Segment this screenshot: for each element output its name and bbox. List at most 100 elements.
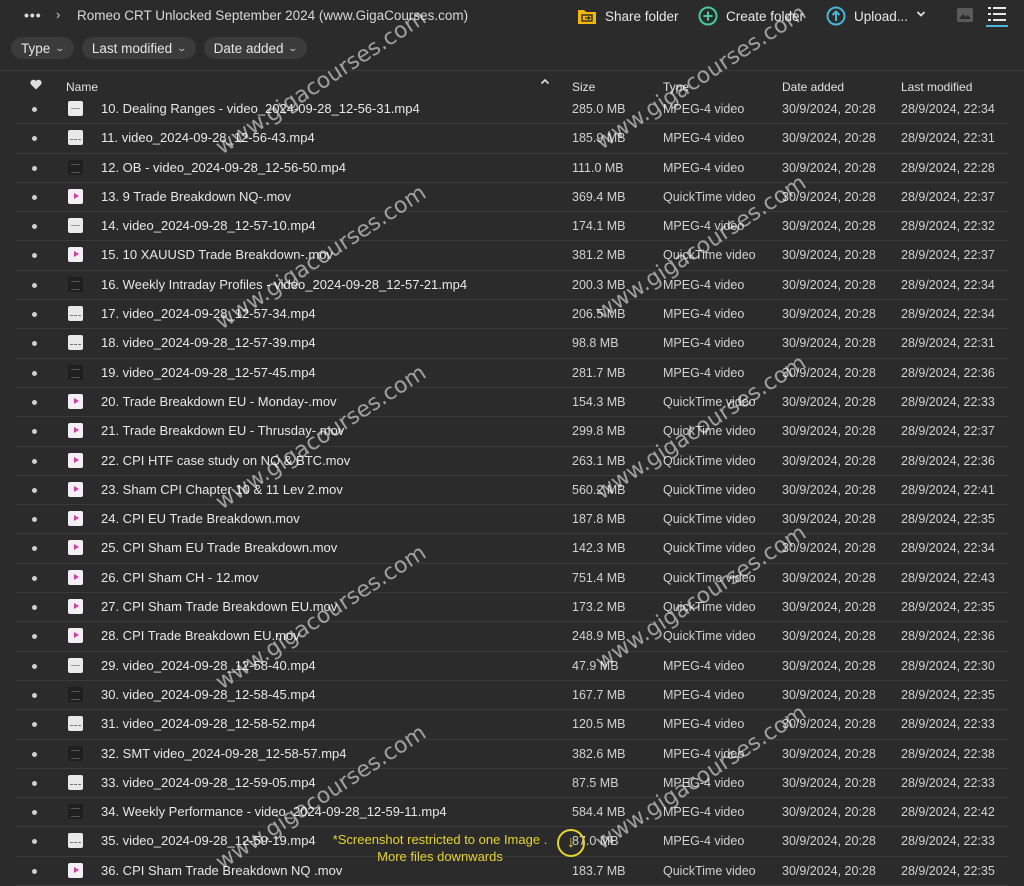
thumbnail-view-icon[interactable] [957, 8, 973, 22]
file-name[interactable]: 11. video_2024-09-28_12-56-43.mp4 [101, 130, 315, 145]
table-row[interactable]: 18. video_2024-09-28_12-57-39.mp4 98.8 MB… [16, 329, 1008, 359]
file-name[interactable]: 29. video_2024-09-28_12-58-40.mp4 [101, 658, 316, 673]
table-row[interactable]: 29. video_2024-09-28_12-58-40.mp4 47.9 MB… [16, 652, 1008, 681]
file-name[interactable]: 19. video_2024-09-28_12-57-45.mp4 [101, 365, 316, 380]
create-folder-button[interactable]: Create folder [698, 4, 804, 28]
file-name[interactable]: 26. CPI Sham CH - 12.mov [101, 570, 259, 585]
favorite-toggle[interactable] [32, 692, 37, 698]
favorite-toggle[interactable] [32, 663, 37, 669]
file-name[interactable]: 33. video_2024-09-28_12-59-05.mp4 [101, 775, 316, 790]
table-row[interactable]: 20. Trade Breakdown EU - Monday-.mov 154.… [16, 388, 1008, 418]
favorite-toggle[interactable] [32, 810, 37, 816]
favorite-toggle[interactable] [32, 370, 37, 376]
table-row[interactable]: 34. Weekly Performance - video_2024-09-2… [16, 798, 1008, 828]
file-name[interactable]: 32. SMT video_2024-09-28_12-58-57.mp4 [101, 746, 346, 761]
file-type: QuickTime video [663, 541, 756, 556]
table-row[interactable]: 10. Dealing Ranges - video_2024-09-28_12… [16, 95, 1008, 125]
table-row[interactable]: 14. video_2024-09-28_12-57-10.mp4 174.1 M… [16, 212, 1008, 242]
favorite-toggle[interactable] [32, 839, 37, 845]
table-row[interactable]: 22. CPI HTF case study on NQ & BTC.mov 26… [16, 447, 1008, 476]
favorite-toggle[interactable] [32, 165, 37, 171]
file-name[interactable]: 17. video_2024-09-28_12-57-34.mp4 [101, 306, 316, 321]
favorite-toggle[interactable] [32, 253, 37, 259]
filter-last-modified[interactable]: Last modified ⌄ [81, 37, 196, 59]
file-name[interactable]: 36. CPI Sham Trade Breakdown NQ .mov [101, 863, 342, 878]
favorite-toggle[interactable] [32, 458, 37, 464]
file-name[interactable]: 22. CPI HTF case study on NQ & BTC.mov [101, 453, 350, 468]
favorite-toggle[interactable] [32, 194, 37, 200]
file-name[interactable]: 27. CPI Sham Trade Breakdown EU.mov [101, 599, 337, 614]
list-view-icon[interactable] [988, 6, 1006, 22]
table-row[interactable]: 15. 10 XAUUSD Trade Breakdown-.mov 381.2 … [16, 241, 1008, 271]
favorite-toggle[interactable] [32, 634, 37, 640]
file-name[interactable]: 35. video_2024-09-28_12-59-19.mp4 [101, 833, 316, 848]
column-header-date-added[interactable]: Date added [782, 80, 844, 94]
favorite-toggle[interactable] [32, 136, 37, 142]
favorite-toggle[interactable] [32, 341, 37, 347]
column-header-last-modified[interactable]: Last modified [901, 80, 972, 94]
table-row[interactable]: 33. video_2024-09-28_12-59-05.mp4 87.5 MB… [16, 769, 1008, 799]
file-name[interactable]: 15. 10 XAUUSD Trade Breakdown-.mov [101, 247, 333, 262]
favorite-toggle[interactable] [32, 487, 37, 493]
table-row[interactable]: 30. video_2024-09-28_12-58-45.mp4 167.7 M… [16, 681, 1008, 711]
file-name[interactable]: 10. Dealing Ranges - video_2024-09-28_12… [101, 101, 420, 116]
file-name[interactable]: 23. Sham CPI Chapter 10 & 11 Lev 2.mov [101, 482, 343, 497]
table-row[interactable]: 25. CPI Sham EU Trade Breakdown.mov 142.3… [16, 534, 1008, 564]
file-name[interactable]: 12. OB - video_2024-09-28_12-56-50.mp4 [101, 160, 346, 175]
favorite-toggle[interactable] [32, 517, 37, 523]
sort-ascending-icon[interactable] [540, 77, 550, 90]
column-header-name[interactable]: Name [66, 80, 98, 94]
column-header-size[interactable]: Size [572, 80, 595, 94]
favorite-toggle[interactable] [32, 312, 37, 318]
file-name[interactable]: 25. CPI Sham EU Trade Breakdown.mov [101, 540, 337, 555]
file-name[interactable]: 31. video_2024-09-28_12-58-52.mp4 [101, 716, 316, 731]
file-type: QuickTime video [663, 863, 756, 878]
favorite-toggle[interactable] [32, 868, 37, 874]
file-name[interactable]: 21. Trade Breakdown EU - Thrusday-.mov [101, 423, 344, 438]
table-row[interactable]: 26. CPI Sham CH - 12.mov 751.4 MB QuickTim… [16, 564, 1008, 594]
more-breadcrumbs-button[interactable]: ••• [24, 7, 42, 23]
table-row[interactable]: 31. video_2024-09-28_12-58-52.mp4 120.5 M… [16, 710, 1008, 740]
favorite-toggle[interactable] [32, 575, 37, 581]
table-row[interactable]: 13. 9 Trade Breakdown NQ-.mov 369.4 MB Qui… [16, 183, 1008, 213]
favorite-toggle[interactable] [32, 722, 37, 728]
favorite-toggle[interactable] [32, 224, 37, 230]
table-row[interactable]: 27. CPI Sham Trade Breakdown EU.mov 173.2… [16, 593, 1008, 623]
favorite-toggle[interactable] [32, 429, 37, 435]
table-row[interactable]: 28. CPI Trade Breakdown EU.mov 248.9 MB Qu… [16, 622, 1008, 652]
table-row[interactable]: 11. video_2024-09-28_12-56-43.mp4 185.9 M… [16, 124, 1008, 154]
table-row[interactable]: 32. SMT video_2024-09-28_12-58-57.mp4 382… [16, 740, 1008, 769]
favorite-toggle[interactable] [32, 282, 37, 288]
favorite-toggle[interactable] [32, 546, 37, 552]
favorites-heart-icon[interactable] [30, 79, 42, 93]
table-row[interactable]: 23. Sham CPI Chapter 10 & 11 Lev 2.mov 56… [16, 476, 1008, 506]
file-name[interactable]: 30. video_2024-09-28_12-58-45.mp4 [101, 687, 316, 702]
file-name[interactable]: 20. Trade Breakdown EU - Monday-.mov [101, 394, 337, 409]
favorite-toggle[interactable] [32, 107, 37, 112]
table-row[interactable]: 19. video_2024-09-28_12-57-45.mp4 281.7 M… [16, 359, 1008, 388]
file-name[interactable]: 13. 9 Trade Breakdown NQ-.mov [101, 189, 291, 204]
favorite-toggle[interactable] [32, 605, 37, 611]
table-row[interactable]: 24. CPI EU Trade Breakdown.mov 187.8 MB Qu… [16, 505, 1008, 535]
table-row[interactable]: 17. video_2024-09-28_12-57-34.mp4 206.5 M… [16, 300, 1008, 330]
filter-date-added[interactable]: Date added ⌄ [203, 37, 308, 59]
favorite-toggle[interactable] [32, 399, 37, 405]
upload-button[interactable]: Upload... [826, 4, 908, 28]
filter-type[interactable]: Type ⌄ [11, 37, 74, 59]
file-name[interactable]: 24. CPI EU Trade Breakdown.mov [101, 511, 300, 526]
file-name[interactable]: 28. CPI Trade Breakdown EU.mov [101, 628, 300, 643]
file-size: 206.5 MB [572, 307, 626, 322]
file-name[interactable]: 16. Weekly Intraday Profiles - video_202… [101, 277, 467, 292]
favorite-toggle[interactable] [32, 780, 37, 786]
file-name[interactable]: 14. video_2024-09-28_12-57-10.mp4 [101, 218, 316, 233]
favorite-toggle[interactable] [32, 751, 37, 757]
table-row[interactable]: 21. Trade Breakdown EU - Thrusday-.mov 29… [16, 417, 1008, 447]
file-name[interactable]: 34. Weekly Performance - video_2024-09-2… [101, 804, 447, 819]
chevron-down-icon[interactable] [915, 8, 927, 20]
share-folder-button[interactable]: Share folder [577, 4, 679, 28]
table-row[interactable]: 16. Weekly Intraday Profiles - video_202… [16, 271, 1008, 301]
table-row[interactable]: 12. OB - video_2024-09-28_12-56-50.mp4 11… [16, 154, 1008, 183]
file-name[interactable]: 18. video_2024-09-28_12-57-39.mp4 [101, 335, 316, 350]
file-date-added: 30/9/2024, 20:28 [782, 629, 876, 644]
column-header-type[interactable]: Type [663, 80, 689, 94]
